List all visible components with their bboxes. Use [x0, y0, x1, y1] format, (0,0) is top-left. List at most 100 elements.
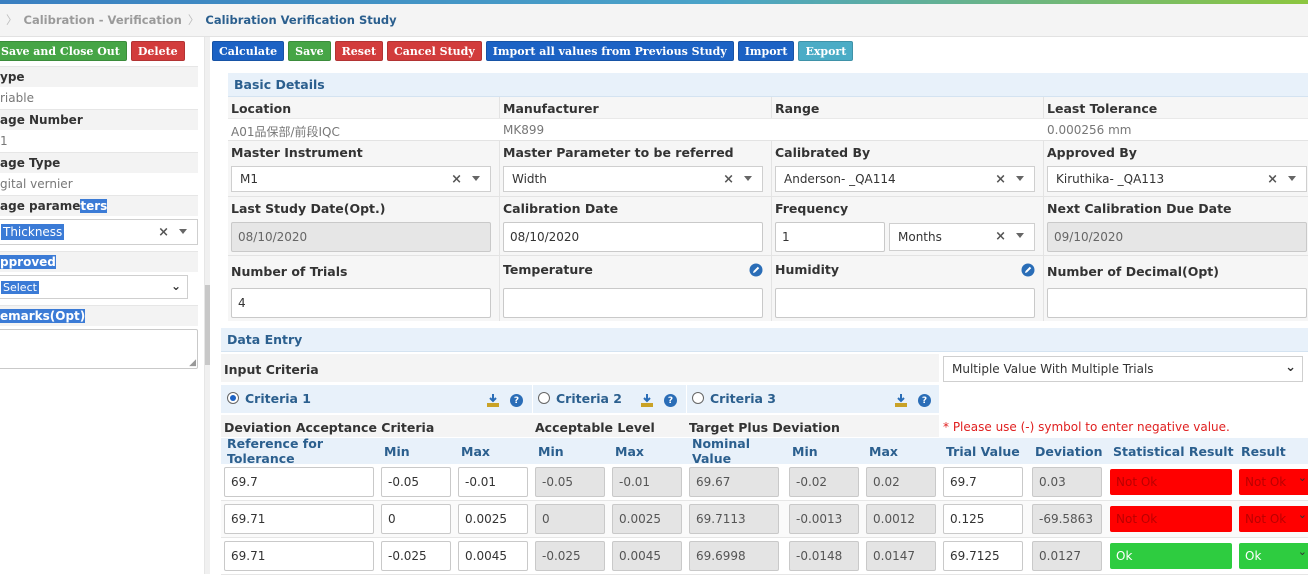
- criteria-2-radio[interactable]: [538, 392, 550, 404]
- save-button[interactable]: Save: [288, 41, 331, 61]
- import-button[interactable]: Import: [737, 41, 795, 61]
- chevron-down-icon[interactable]: [472, 176, 480, 181]
- number-of-trials-field[interactable]: 4: [231, 288, 491, 318]
- master-instrument-select[interactable]: M1 ×: [231, 166, 491, 192]
- criteria-1-radio[interactable]: [227, 392, 239, 404]
- acceptable-max-field[interactable]: 0.0025: [612, 504, 682, 534]
- delete-button[interactable]: Delete: [130, 41, 185, 61]
- cancel-study-button[interactable]: Cancel Study: [387, 41, 482, 61]
- deviation-field[interactable]: -69.5863: [1032, 504, 1102, 534]
- last-study-date-field[interactable]: 08/10/2020: [231, 222, 491, 252]
- breadcrumb-parent[interactable]: 〉 Calibration - Verification: [0, 12, 182, 28]
- approved-select[interactable]: Select ⌄: [0, 275, 188, 299]
- import-criteria-3-icon[interactable]: [895, 394, 907, 407]
- nominal-value-field[interactable]: 69.67: [689, 467, 779, 497]
- chevron-down-icon[interactable]: [1288, 176, 1296, 181]
- chevron-down-icon[interactable]: ⌄: [171, 279, 181, 293]
- trial-value-field[interactable]: 69.7125: [943, 541, 1023, 571]
- help-criteria-1-icon[interactable]: ?: [510, 394, 523, 407]
- temperature-field[interactable]: [503, 288, 763, 318]
- frequency-field[interactable]: 1: [775, 222, 885, 252]
- remarks-textarea[interactable]: ◢: [0, 329, 198, 369]
- result-select[interactable]: Not Ok ⌄: [1239, 506, 1308, 532]
- calibrated-by-select[interactable]: Anderson- _QA114 ×: [775, 166, 1035, 192]
- number-of-decimal-field[interactable]: [1047, 288, 1307, 318]
- result-select[interactable]: Ok ⌄: [1239, 543, 1308, 569]
- min-field[interactable]: -0.025: [381, 541, 451, 571]
- resize-handle-icon[interactable]: ◢: [189, 358, 196, 368]
- acceptable-max-field[interactable]: 0.0045: [612, 541, 682, 571]
- criteria-1-tab[interactable]: Criteria 1: [227, 391, 311, 406]
- reference-tolerance-field[interactable]: 69.7: [224, 467, 374, 497]
- clear-icon[interactable]: ×: [723, 172, 734, 187]
- gage-parameters-select[interactable]: Thickness ×: [0, 219, 198, 245]
- chevron-down-icon[interactable]: ⌄: [1285, 360, 1296, 375]
- acceptable-max-field[interactable]: -0.01: [612, 467, 682, 497]
- import-criteria-2-icon[interactable]: [641, 394, 653, 407]
- edit-humidity-icon[interactable]: [1021, 263, 1035, 277]
- criteria-3-tab[interactable]: Criteria 3: [692, 391, 776, 406]
- nominal-value-field[interactable]: 69.7113: [689, 504, 779, 534]
- location-value: A01品保部/前段IQC: [231, 125, 340, 139]
- master-parameter-select[interactable]: Width ×: [503, 166, 763, 192]
- acceptable-min-field[interactable]: -0.025: [535, 541, 605, 571]
- approved-by-select[interactable]: Kiruthika- _QA113 ×: [1047, 166, 1307, 192]
- clear-icon[interactable]: ×: [451, 172, 462, 187]
- col-acceptable-min: Min: [538, 443, 564, 459]
- result-select[interactable]: Not Ok ⌄: [1239, 469, 1308, 495]
- criteria-2-tab[interactable]: Criteria 2: [538, 391, 622, 406]
- nominal-value-field[interactable]: 69.6998: [689, 541, 779, 571]
- criteria-1-label: Criteria 1: [245, 391, 312, 406]
- chevron-down-icon[interactable]: ⌄: [1298, 508, 1307, 521]
- deviation-field[interactable]: 0.03: [1032, 467, 1102, 497]
- gage-parameters-label-part: age parame: [0, 199, 81, 213]
- acceptable-level-label: Acceptable Level: [535, 420, 655, 435]
- save-and-close-button[interactable]: Save and Close Out: [0, 41, 127, 61]
- deviation-field[interactable]: 0.0127: [1032, 541, 1102, 571]
- min-field[interactable]: -0.05: [381, 467, 451, 497]
- acceptable-min-field[interactable]: 0: [535, 504, 605, 534]
- help-criteria-2-icon[interactable]: ?: [664, 394, 677, 407]
- import-previous-button[interactable]: Import all values from Previous Study: [485, 41, 734, 61]
- acceptable-min-field[interactable]: -0.05: [535, 467, 605, 497]
- max-field[interactable]: -0.01: [458, 467, 528, 497]
- max-field[interactable]: 0.0025: [458, 504, 528, 534]
- chevron-down-icon[interactable]: [744, 176, 752, 181]
- calibration-date-field[interactable]: 08/10/2020: [503, 222, 763, 252]
- criteria-3-radio[interactable]: [692, 392, 704, 404]
- target-min-field[interactable]: -0.0013: [789, 504, 859, 534]
- target-min-field[interactable]: -0.0148: [789, 541, 859, 571]
- import-criteria-1-icon[interactable]: [487, 394, 499, 407]
- trial-value-field[interactable]: 0.125: [943, 504, 1023, 534]
- clear-icon[interactable]: ×: [1267, 172, 1278, 187]
- reference-tolerance-field[interactable]: 69.71: [224, 541, 374, 571]
- edit-temperature-icon[interactable]: [749, 263, 763, 277]
- calculate-button[interactable]: Calculate: [212, 41, 285, 61]
- reset-button[interactable]: Reset: [334, 41, 384, 61]
- target-min-field[interactable]: -0.02: [789, 467, 859, 497]
- reference-tolerance-field[interactable]: 69.71: [224, 504, 374, 534]
- chevron-down-icon[interactable]: [1016, 233, 1024, 238]
- breadcrumb-separator-icon: 〉: [187, 13, 200, 27]
- help-criteria-3-icon[interactable]: ?: [918, 394, 931, 407]
- frequency-unit-select[interactable]: Months ×: [889, 223, 1035, 251]
- humidity-field[interactable]: [775, 288, 1035, 318]
- input-criteria-select[interactable]: Multiple Value With Multiple Trials ⌄: [943, 356, 1303, 382]
- target-max-field[interactable]: 0.0147: [866, 541, 936, 571]
- trial-value-field[interactable]: 69.7: [943, 467, 1023, 497]
- chevron-down-icon[interactable]: [179, 229, 187, 234]
- target-max-field[interactable]: 0.0012: [866, 504, 936, 534]
- clear-icon[interactable]: ×: [995, 229, 1006, 244]
- chevron-down-icon[interactable]: ⌄: [1298, 545, 1307, 558]
- chevron-down-icon[interactable]: [1016, 176, 1024, 181]
- clear-icon[interactable]: ×: [995, 172, 1006, 187]
- next-due-date-field[interactable]: 09/10/2020: [1047, 222, 1307, 252]
- chevron-down-icon[interactable]: ⌄: [1298, 471, 1307, 484]
- min-field[interactable]: 0: [381, 504, 451, 534]
- target-max-field[interactable]: 0.02: [866, 467, 936, 497]
- breadcrumb-parent-link[interactable]: Calibration - Verification: [24, 13, 182, 27]
- max-field[interactable]: 0.0045: [458, 541, 528, 571]
- statistical-result: Ok: [1110, 543, 1232, 569]
- export-button[interactable]: Export: [798, 41, 854, 61]
- clear-icon[interactable]: ×: [158, 225, 169, 240]
